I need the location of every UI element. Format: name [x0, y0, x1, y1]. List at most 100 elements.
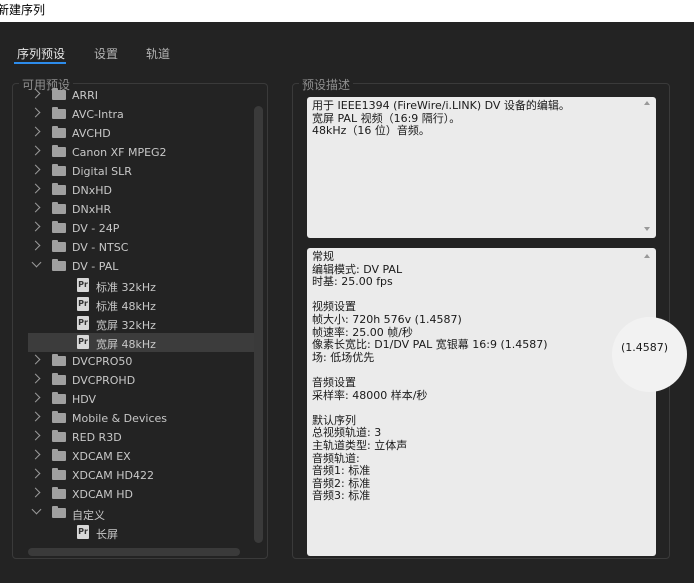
chevron-right-icon[interactable] — [30, 430, 41, 441]
preset-item[interactable]: Pr 标准 32kHz — [28, 276, 254, 295]
preset-label: DV - 24P — [72, 222, 120, 235]
preset-label: ARRI — [72, 89, 99, 102]
detail-line: 帧大小: 720h 576v (1.4587) — [312, 313, 462, 326]
preset-label: 标准 32kHz — [96, 281, 156, 294]
title-bar: 新建序列 — [0, 0, 694, 22]
preset-label: RED R3D — [72, 431, 122, 444]
preset-file-icon: Pr — [77, 316, 89, 330]
preset-folder[interactable]: DV - NTSC — [28, 238, 254, 257]
folder-icon — [52, 164, 66, 176]
preset-label: HDV — [72, 393, 97, 406]
folder-icon — [52, 145, 66, 157]
scroll-down-arrow-icon[interactable] — [644, 227, 650, 231]
preset-file-icon: Pr — [77, 297, 89, 311]
chevron-right-icon[interactable] — [30, 164, 41, 175]
folder-icon — [52, 259, 66, 271]
active-tab-indicator — [14, 62, 66, 64]
tab-sequence-presets[interactable]: 序列预设 — [17, 45, 65, 62]
window-title: 新建序列 — [0, 3, 46, 17]
chevron-right-icon[interactable] — [30, 126, 41, 137]
preset-folder[interactable]: XDCAM HD422 — [28, 466, 254, 485]
details-scroll-up-arrow-icon[interactable] — [644, 254, 650, 258]
magnified-text: (1.4587) — [621, 341, 669, 354]
folder-icon — [52, 240, 66, 252]
preset-item[interactable]: Pr 宽屏 48kHz — [28, 333, 254, 352]
folder-icon — [52, 487, 66, 499]
preset-label: DVCPROHD — [72, 374, 136, 387]
preset-folder[interactable]: DNxHD — [28, 181, 254, 200]
chevron-right-icon[interactable] — [30, 449, 41, 460]
preset-file-icon: Pr — [77, 278, 89, 292]
detail-line: 音频设置 — [312, 376, 356, 389]
chevron-down-icon[interactable] — [31, 504, 42, 515]
preset-label: AVC-Intra — [72, 108, 124, 121]
chevron-down-icon[interactable] — [31, 257, 42, 268]
preset-label: Mobile & Devices — [72, 412, 168, 425]
preset-folder[interactable]: Canon XF MPEG2 — [28, 143, 254, 162]
preset-item[interactable]: Pr 标准 48kHz — [28, 295, 254, 314]
preset-folder[interactable]: Digital SLR — [28, 162, 254, 181]
preset-folder[interactable]: XDCAM HD — [28, 485, 254, 504]
chevron-right-icon[interactable] — [30, 487, 41, 498]
folder-icon — [52, 430, 66, 442]
preset-label: XDCAM EX — [72, 450, 131, 463]
folder-icon — [52, 468, 66, 480]
tab-settings[interactable]: 设置 — [94, 45, 118, 62]
chevron-right-icon[interactable] — [30, 183, 41, 194]
chevron-right-icon[interactable] — [30, 468, 41, 479]
scroll-up-arrow-icon[interactable] — [644, 101, 650, 105]
preset-tree-vertical-scrollbar[interactable] — [254, 106, 263, 543]
folder-icon — [52, 88, 66, 100]
chevron-right-icon[interactable] — [30, 392, 41, 403]
preset-folder[interactable]: ARRI — [28, 86, 254, 105]
chevron-right-icon[interactable] — [30, 107, 41, 118]
preset-tree-horizontal-scrollbar[interactable] — [28, 548, 240, 556]
detail-line: 音频3: 标准 — [312, 489, 371, 503]
preset-folder[interactable]: DV - PAL — [28, 257, 254, 276]
preset-folder[interactable]: DV - 24P — [28, 219, 254, 238]
chevron-right-icon[interactable] — [30, 411, 41, 422]
preset-folder[interactable]: AVC-Intra — [28, 105, 254, 124]
chevron-right-icon[interactable] — [30, 145, 41, 156]
preset-label: 宽屏 48kHz — [96, 338, 156, 351]
chevron-right-icon[interactable] — [30, 354, 41, 365]
tab-bar: 序列预设 设置 轨道 — [0, 22, 694, 66]
preset-label: XDCAM HD — [72, 488, 133, 501]
preset-label: 自定义 — [72, 509, 105, 522]
detail-line: 像素长宽比: D1/DV PAL 宽银幕 16:9 (1.4587) — [312, 338, 548, 352]
preset-folder[interactable]: 自定义 — [28, 504, 254, 523]
preset-folder[interactable]: AVCHD — [28, 124, 254, 143]
preset-label: DV - PAL — [72, 260, 119, 273]
folder-icon — [52, 221, 66, 233]
preset-folder[interactable]: Mobile & Devices — [28, 409, 254, 428]
detail-line: 场: 低场优先 — [312, 350, 375, 364]
preset-folder[interactable]: HDV — [28, 390, 254, 409]
preset-file-icon: Pr — [77, 335, 89, 349]
preset-folder[interactable]: RED R3D — [28, 428, 254, 447]
preset-tree[interactable]: ARRI AVC-Intra AVCHD Canon XF MPEG2 Digital … — [28, 86, 254, 544]
folder-icon — [52, 506, 66, 518]
folder-icon — [52, 392, 66, 404]
preset-file-icon: Pr — [77, 525, 89, 539]
chevron-right-icon[interactable] — [30, 202, 41, 213]
detail-line: 常规 — [312, 250, 334, 263]
folder-icon — [52, 449, 66, 461]
preset-item[interactable]: Pr 长屏 — [28, 523, 254, 542]
preset-folder[interactable]: DVCPROHD — [28, 371, 254, 390]
preset-item[interactable]: Pr 宽屏 32kHz — [28, 314, 254, 333]
detail-line: 音频1: 标准 — [312, 464, 371, 478]
detail-line: 时基: 25.00 fps — [312, 275, 393, 289]
preset-label: 标准 48kHz — [96, 300, 156, 313]
preset-folder[interactable]: DVCPRO50 — [28, 352, 254, 371]
chevron-right-icon[interactable] — [30, 221, 41, 232]
folder-icon — [52, 107, 66, 119]
tab-tracks[interactable]: 轨道 — [146, 45, 170, 62]
chevron-right-icon[interactable] — [30, 88, 41, 99]
preset-folder[interactable]: DNxHR — [28, 200, 254, 219]
folder-icon — [52, 202, 66, 214]
preset-folder[interactable]: XDCAM EX — [28, 447, 254, 466]
chevron-right-icon[interactable] — [30, 240, 41, 251]
preset-label: DV - NTSC — [72, 241, 129, 254]
detail-line: 主轨道类型: 立体声 — [312, 439, 408, 452]
chevron-right-icon[interactable] — [30, 373, 41, 384]
